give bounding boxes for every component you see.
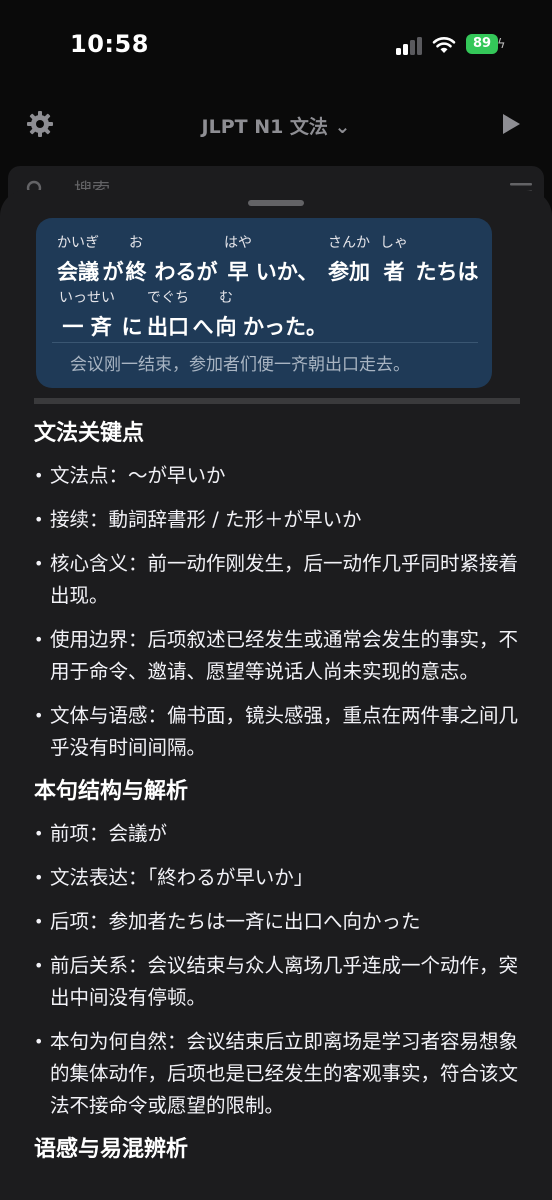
furigana: む <box>219 290 233 306</box>
status-bar: 10:58 89 ϟ <box>0 0 552 90</box>
furigana: かいぎ <box>57 235 99 251</box>
sheet-grabber[interactable] <box>248 200 304 206</box>
battery-level: 89 <box>472 36 492 51</box>
sentence-line-2: いっせい一 斉にでぐち出口へむ向かった。 <box>54 290 332 341</box>
ruby-segment: でぐち 出口 <box>144 290 192 341</box>
list-item: 文法表达：「終わるが早いか」 <box>34 862 518 894</box>
section-title-nuance: 语感与易混辨析 <box>34 1137 189 1162</box>
list-item: 核心含义：前一动作刚发生，后一动作几乎同时紧接着出现。 <box>34 548 518 612</box>
ruby-segment: かいぎ 会議 <box>54 235 102 286</box>
sentence-text: 参加 <box>328 260 370 284</box>
detail-sheet: かいぎ会議がお終わるが はや早いか、 さんか参加 しゃ者たちは いっせい一 斉にでぐち… <box>0 190 552 1200</box>
battery-indicator: 89 ϟ <box>466 34 506 54</box>
ruby-segment: しゃ者 <box>376 235 412 286</box>
list-item: 前后关系：会议结束与众人离场几乎连成一个动作，突出中间没有停顿。 <box>34 950 518 1014</box>
wifi-icon <box>432 37 456 53</box>
list-item: 使用边界：后项叙述已经发生或通常会发生的事实，不用于命令、邀请、愿望等说话人尚未… <box>34 624 518 688</box>
sentence-text: が <box>102 260 124 284</box>
sentence-text: 出口 <box>147 315 189 339</box>
furigana: しゃ <box>380 235 408 251</box>
explanation-content: 文法关键点 文法点：～が早いか 接续：動詞辞書形 / た形＋が早いか 核心含义：… <box>34 418 518 1176</box>
charging-bolt-icon: ϟ <box>497 37 506 52</box>
translation-text: 会议刚一结束，参加者们便一齐朝出口走去。 <box>70 355 410 375</box>
nav-bar: JLPT N1 文法 ⌄ <box>0 100 552 150</box>
grammar-points-list: 文法点：～が早いか 接续：動詞辞書形 / た形＋が早いか 核心含义：前一动作刚发… <box>34 460 518 764</box>
list-item: 后项：参加者たちは一斉に出口へ向かった <box>34 906 518 938</box>
ruby-segment: さんか 参加 <box>322 235 376 286</box>
furigana: でぐち <box>146 290 190 306</box>
sentence-text: へ <box>192 315 214 339</box>
status-time: 10:58 <box>70 30 149 58</box>
play-icon[interactable] <box>500 112 522 136</box>
nav-title-dropdown[interactable]: JLPT N1 文法 ⌄ <box>0 112 552 139</box>
ruby-segment: に <box>120 311 144 341</box>
ruby-segment: が <box>102 256 124 286</box>
sentence-text: 終 <box>125 260 147 284</box>
sentence-text: たちは <box>415 260 479 284</box>
sentence-text: いか、 <box>255 260 319 284</box>
ruby-segment: いか、 <box>252 256 322 286</box>
section-title-sentence-analysis: 本句结构与解析 <box>34 779 189 804</box>
ruby-segment: たちは <box>412 256 482 286</box>
ruby-segment: お終 <box>124 235 148 286</box>
ruby-segment: かった。 <box>238 311 332 341</box>
ruby-segment: わるが <box>148 256 224 286</box>
screen: 10:58 89 ϟ JLPT N1 文法 ⌄ かいぎ 会議 が お 終 わるが… <box>0 0 552 1200</box>
furigana: お <box>129 235 143 251</box>
list-item: 文体与语感：偏书面，镜头感强，重点在两件事之间几乎没有时间间隔。 <box>34 700 518 764</box>
list-item: 本句为何自然：会议结束后立即离场是学习者容易想象的集体动作，后项也是已经发生的客… <box>34 1026 518 1122</box>
sentence-text: かった。 <box>243 315 327 339</box>
list-item: 接续：動詞辞書形 / た形＋が早いか <box>34 504 518 536</box>
furigana: いっせい <box>59 290 115 306</box>
ruby-segment: はや早 <box>224 235 252 286</box>
section-title-grammar-points: 文法关键点 <box>34 421 145 446</box>
sentence-text: 者 <box>383 260 405 284</box>
furigana: はや <box>224 235 252 251</box>
cellular-signal-icon <box>396 37 422 55</box>
sentence-analysis-list: 前项：会議が 文法表达：「終わるが早いか」 后项：参加者たちは一斉に出口へ向かっ… <box>34 818 518 1122</box>
ruby-segment: む向 <box>214 290 238 341</box>
list-item: 文法点：～が早いか <box>34 460 518 492</box>
ruby-segment: いっせい一 斉 <box>54 290 120 341</box>
sentence-text: 会議 <box>57 260 99 284</box>
list-item: 前项：会議が <box>34 818 518 850</box>
sentence-text: 早 <box>227 260 249 284</box>
sentence-text: 向 <box>215 315 237 339</box>
ruby-segment: へ <box>192 311 214 341</box>
sentence-card: かいぎ会議がお終わるが はや早いか、 さんか参加 しゃ者たちは いっせい一 斉にでぐち… <box>36 218 492 388</box>
sentence-line-1: かいぎ会議がお終わるが はや早いか、 さんか参加 しゃ者たちは <box>54 235 482 286</box>
sentence-text: わるが <box>154 260 218 284</box>
sentence-text: 一 斉 <box>62 315 112 339</box>
furigana: さんか <box>328 235 370 251</box>
section-divider <box>34 398 520 404</box>
card-divider <box>52 342 478 343</box>
sentence-text: に <box>121 315 143 339</box>
